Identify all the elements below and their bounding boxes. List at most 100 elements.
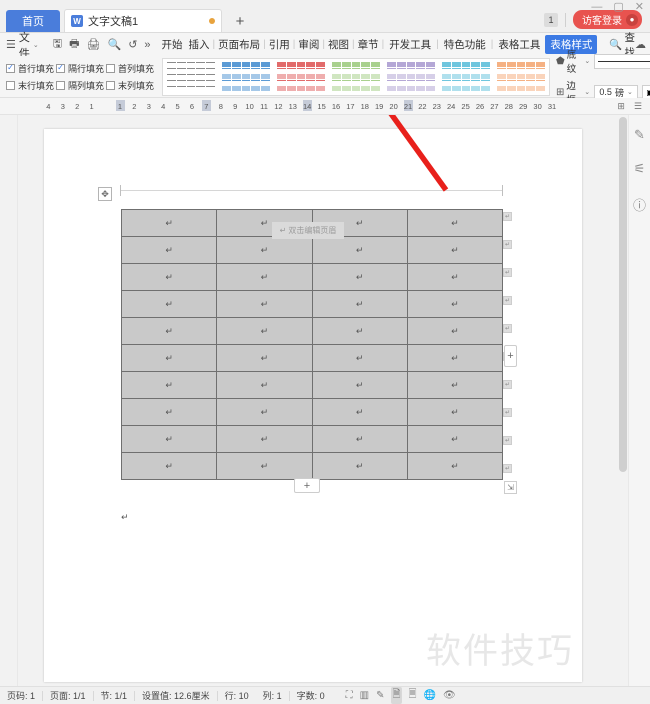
table-cell[interactable]: ↵ bbox=[406, 425, 504, 453]
tab-featured-functions[interactable]: 特色功能 bbox=[439, 35, 491, 54]
table-row[interactable]: ↵ ↵ ↵ ↵ bbox=[120, 425, 504, 453]
checkbox-last-column[interactable]: 末列填充 bbox=[106, 79, 156, 92]
table-cell[interactable]: ↵ bbox=[216, 371, 313, 399]
style-blue[interactable] bbox=[220, 60, 272, 93]
table-cell[interactable]: ↵ bbox=[406, 452, 504, 480]
line-style-select[interactable]: ⌄ bbox=[594, 53, 650, 69]
table-row[interactable]: ↵ ↵ ↵ ↵ bbox=[120, 344, 504, 372]
status-word-count[interactable]: 字数: 0 bbox=[290, 689, 332, 702]
table-row[interactable]: ↵ ↵ ↵ ↵ bbox=[120, 317, 504, 345]
checkbox-first-column[interactable]: 首列填充 bbox=[106, 62, 156, 75]
table-cell[interactable]: ↵ bbox=[406, 290, 504, 318]
tab-review[interactable]: 审阅 bbox=[295, 35, 322, 54]
settings-sliders-icon[interactable]: ⚟ bbox=[634, 161, 646, 177]
maximize-button[interactable]: ▢ bbox=[613, 2, 623, 13]
annotate-icon[interactable]: ✎ bbox=[376, 690, 384, 701]
style-orange[interactable] bbox=[495, 60, 547, 93]
table-row[interactable]: ↵ ↵ ↵ ↵ bbox=[120, 290, 504, 318]
add-column-button[interactable]: + bbox=[504, 345, 517, 367]
resize-handle-icon[interactable]: ⇲ bbox=[504, 481, 517, 494]
table-cell[interactable]: ↵ bbox=[120, 263, 218, 291]
print-icon[interactable]: 🖨 bbox=[87, 38, 101, 51]
status-page-number[interactable]: 页码: 1 bbox=[0, 689, 42, 702]
edit-pen-icon[interactable]: ✎ bbox=[634, 127, 645, 143]
reading-layout-view-icon[interactable]: 🗏 bbox=[409, 687, 417, 704]
status-page-count[interactable]: 页面: 1/1 bbox=[43, 689, 93, 702]
table-cell[interactable]: ↵ bbox=[311, 263, 408, 291]
checkbox-banded-columns[interactable]: 隔列填充 bbox=[56, 79, 106, 92]
table-cell[interactable]: ↵ bbox=[406, 209, 504, 237]
style-plain[interactable] bbox=[165, 60, 217, 93]
table-cell[interactable]: ↵ bbox=[311, 398, 408, 426]
minimize-button[interactable]: — bbox=[591, 2, 602, 13]
undo-icon[interactable]: ↺ bbox=[128, 38, 137, 51]
table-cell[interactable]: ↵ bbox=[120, 452, 218, 480]
tab-references[interactable]: 引用 bbox=[266, 35, 293, 54]
table-cell[interactable]: ↵ bbox=[311, 290, 408, 318]
style-red[interactable] bbox=[275, 60, 327, 93]
table-cell[interactable]: ↵ bbox=[406, 371, 504, 399]
table-cell[interactable]: ↵ bbox=[120, 425, 218, 453]
table-cell[interactable]: ↵ bbox=[120, 236, 218, 264]
table-cell[interactable]: ↵ bbox=[311, 236, 408, 264]
tab-document[interactable]: W 文字文稿1 bbox=[64, 9, 222, 32]
tab-start[interactable]: 开始 bbox=[159, 35, 186, 54]
table-cell[interactable]: ↵ bbox=[311, 344, 408, 372]
table-cell[interactable]: ↵ bbox=[406, 236, 504, 264]
table-row[interactable]: ↵ ↵ ↵ ↵ bbox=[120, 236, 504, 264]
scrollbar-thumb[interactable] bbox=[619, 117, 627, 472]
save-icon[interactable]: 🖫 bbox=[53, 35, 62, 54]
table-cell[interactable]: ↵ bbox=[406, 263, 504, 291]
tab-developer-tools[interactable]: 开发工具 bbox=[384, 35, 436, 54]
table-row[interactable]: ↵ ↵ ↵ ↵ bbox=[120, 371, 504, 399]
checkbox-header-row[interactable]: 首行填充 bbox=[6, 62, 56, 75]
move-handle-icon[interactable]: ✥ bbox=[98, 187, 112, 201]
two-page-view-icon[interactable]: ▥ bbox=[360, 690, 369, 701]
ruler-toggle-icon[interactable]: ⊞ bbox=[617, 101, 625, 112]
ruler-menu-icon[interactable]: ☰ bbox=[634, 101, 642, 112]
status-setting-value[interactable]: 设置值: 12.6厘米 bbox=[135, 689, 217, 702]
table-style-gallery[interactable] bbox=[162, 57, 550, 96]
table-cell[interactable]: ↵ bbox=[216, 263, 313, 291]
print-layout-view-icon[interactable]: 🗎 bbox=[391, 687, 402, 704]
preview-icon[interactable]: 🔍 bbox=[107, 38, 121, 51]
tab-page-layout[interactable]: 页面布局 bbox=[215, 35, 263, 54]
table-cell[interactable]: ↵ bbox=[216, 452, 313, 480]
table-row[interactable]: ↵ ↵ ↵ ↵ bbox=[120, 263, 504, 291]
table-cell[interactable]: ↵ bbox=[120, 398, 218, 426]
vertical-scrollbar[interactable] bbox=[618, 115, 628, 686]
table-cell[interactable]: ↵ bbox=[406, 317, 504, 345]
table-cell[interactable]: ↵ bbox=[216, 236, 313, 264]
tab-section[interactable]: 章节 bbox=[355, 35, 382, 54]
document-page[interactable]: 软件技巧 ✥ ↵ 双击编辑页眉 ↵ ↵ ↵ ↵ ↵ ↵ ↵ ↵ ↵ ↵ ↵ ↵ ↵ ↵ ↵ ↵ ↵ ↵ ↵ ↵ ↵ ↵ ↵ ↵… bbox=[44, 129, 582, 682]
help-icon[interactable]: ⓘ bbox=[633, 195, 646, 214]
table-cell[interactable]: ↵ bbox=[311, 317, 408, 345]
close-button[interactable]: ✕ bbox=[635, 2, 644, 13]
status-section[interactable]: 节: 1/1 bbox=[94, 689, 135, 702]
table-cell[interactable]: ↵ bbox=[216, 344, 313, 372]
eye-protection-icon[interactable]: 👁 bbox=[443, 690, 456, 701]
style-green[interactable] bbox=[330, 60, 382, 93]
web-layout-view-icon[interactable]: 🌐 bbox=[424, 690, 436, 701]
table-cell[interactable]: ↵ bbox=[216, 290, 313, 318]
fullscreen-icon[interactable]: ⛶ bbox=[346, 690, 353, 701]
table-cell[interactable]: ↵ bbox=[216, 398, 313, 426]
tab-table-tools[interactable]: 表格工具 bbox=[493, 35, 545, 54]
more-icon[interactable]: » bbox=[144, 39, 150, 51]
table-row[interactable]: ↵ ↵ ↵ ↵ bbox=[120, 398, 504, 426]
table-cell[interactable]: ↵ bbox=[120, 290, 218, 318]
status-row[interactable]: 行: 10 bbox=[218, 689, 256, 702]
style-cyan[interactable] bbox=[440, 60, 492, 93]
table-cell[interactable]: ↵ bbox=[120, 371, 218, 399]
add-row-button[interactable]: + bbox=[294, 478, 320, 493]
shading-button[interactable]: ⬟ 底纹 ⌄ bbox=[556, 47, 590, 75]
new-tab-button[interactable]: + bbox=[228, 10, 252, 32]
table-cell[interactable]: ↵ bbox=[120, 317, 218, 345]
table-cell[interactable]: ↵ bbox=[216, 317, 313, 345]
table-cell[interactable]: ↵ bbox=[311, 452, 408, 480]
print-preview-icon[interactable]: 🖶 bbox=[69, 35, 79, 54]
status-column[interactable]: 列: 1 bbox=[256, 689, 289, 702]
tab-count-badge[interactable]: 1 bbox=[544, 12, 558, 27]
table-cell[interactable]: ↵ bbox=[216, 425, 313, 453]
table-cell[interactable]: ↵ bbox=[406, 344, 504, 372]
